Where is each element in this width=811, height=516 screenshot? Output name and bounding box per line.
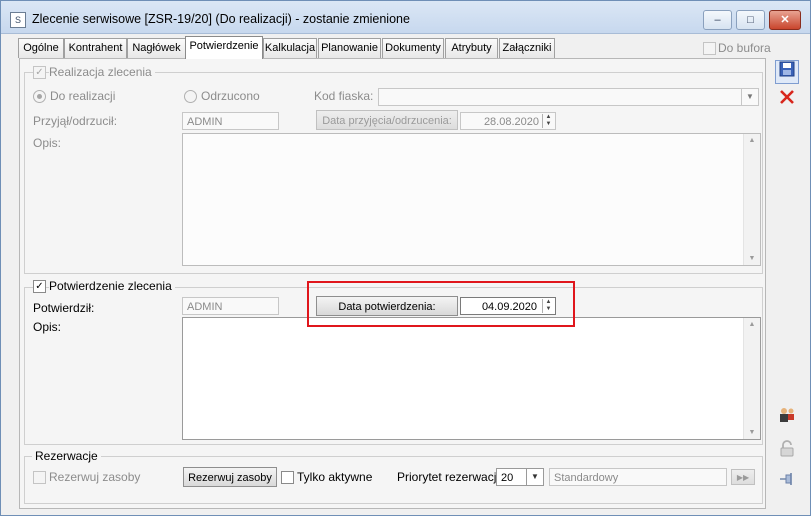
przyjal-label: Przyjął/odrzucił: [33,114,118,128]
potwierdzenie-checkbox[interactable]: ✓ [33,280,46,293]
priorytet-value: 20 [501,472,514,484]
highlight-frame [307,281,575,327]
odrzucono-label: Odrzucono [201,89,260,103]
do-bufora-label: Do bufora [718,41,771,55]
tylko-aktywne-checkbox[interactable] [281,471,294,484]
maximize-button[interactable]: □ [736,10,765,30]
potwierdzil-field[interactable]: ADMIN [182,297,279,315]
lock-button[interactable] [775,439,799,463]
potwierdzenie-opis-label: Opis: [33,320,62,334]
data-przyjecia-value: 28.08.2020 [483,116,539,128]
odrzucono-radio[interactable] [184,90,197,103]
do-realizacji-radio[interactable] [33,90,46,103]
rezerwuj-zasoby-checkbox[interactable] [33,471,46,484]
title-bar[interactable]: S Zlecenie serwisowe [ZSR-19/20] (Do rea… [1,1,810,34]
scroll-up-icon[interactable]: ▲ [744,321,760,328]
window-title: Zlecenie serwisowe [ZSR-19/20] (Do reali… [32,12,410,26]
chevron-down-icon[interactable]: ▼ [741,89,758,105]
users-button[interactable] [775,405,799,429]
potwierdzenie-group-label: Potwierdzenie zlecenia [49,279,175,293]
save-icon [779,61,795,77]
data-przyjecia-field[interactable]: 28.08.2020 ▲ ▼ [460,112,556,130]
realizacja-group-label: Realizacja zlecenia [49,65,155,79]
tab-kontrahent[interactable]: Kontrahent [64,38,127,58]
radio-dot [37,94,42,99]
do-realizacji-label: Do realizacji [50,89,116,103]
cancel-button[interactable] [775,88,799,112]
tab-potwierdzenie[interactable]: Potwierdzenie [185,36,263,59]
pin-button[interactable] [775,469,799,493]
priorytet-label: Priorytet rezerwacji: [397,470,503,484]
dialog-window: S Zlecenie serwisowe [ZSR-19/20] (Do rea… [0,0,811,516]
kod-fiaska-label: Kod fiaska: [314,89,374,103]
close-button[interactable]: ✕ [769,10,801,30]
rezerwacje-group-label: Rezerwacje [32,449,101,463]
tab-dokumenty[interactable]: Dokumenty [382,38,444,58]
priorytet-dropdown[interactable]: 20 ▼ [496,468,544,486]
kod-fiaska-dropdown[interactable]: ▼ [378,88,759,106]
date-spinner-icon[interactable]: ▲ ▼ [542,114,554,128]
tab-naglowek[interactable]: Nagłówek [127,38,186,58]
app-icon: S [10,12,26,28]
potwierdzenie-opis-textarea[interactable]: ▲ ▼ [182,317,761,440]
data-przyjecia-button[interactable]: Data przyjęcia/odrzucenia: [316,110,458,130]
close-red-icon [780,90,794,104]
potwierdzil-label: Potwierdził: [33,301,95,315]
save-button[interactable] [775,60,799,84]
tab-kalkulacja[interactable]: Kalkulacja [263,38,317,58]
do-bufora-checkbox[interactable] [703,42,716,55]
double-chevron-right-icon[interactable]: ▶▶ [731,469,755,485]
tab-planowanie[interactable]: Planowanie [318,38,381,58]
potwierdzenie-opis-scrollbar[interactable]: ▲ ▼ [743,318,760,439]
pin-icon [780,473,792,485]
scroll-up-icon[interactable]: ▲ [744,137,760,144]
minimize-button[interactable]: – [703,10,732,30]
realizacja-checkbox[interactable]: ✓ [33,66,46,79]
rezerwuj-zasoby-button[interactable]: Rezerwuj zasoby [183,467,277,487]
realizacja-opis-textarea[interactable]: ▲ ▼ [182,133,761,266]
przyjal-field[interactable]: ADMIN [182,112,279,130]
tab-zalaczniki[interactable]: Załączniki [499,38,555,58]
realizacja-opis-label: Opis: [33,136,62,150]
unlock-icon [780,440,794,457]
tab-ogolne[interactable]: Ogólne [18,38,64,58]
standard-field[interactable]: Standardowy [549,468,727,486]
tylko-aktywne-label: Tylko aktywne [297,470,373,484]
tab-atrybuty[interactable]: Atrybuty [445,38,498,58]
rezerwuj-zasoby-label: Rezerwuj zasoby [49,470,141,484]
scroll-down-icon[interactable]: ▼ [744,255,760,262]
scroll-down-icon[interactable]: ▼ [744,429,760,436]
realizacja-opis-scrollbar[interactable]: ▲ ▼ [743,134,760,265]
chevron-down-icon[interactable]: ▼ [526,469,543,485]
users-icon [780,408,794,422]
